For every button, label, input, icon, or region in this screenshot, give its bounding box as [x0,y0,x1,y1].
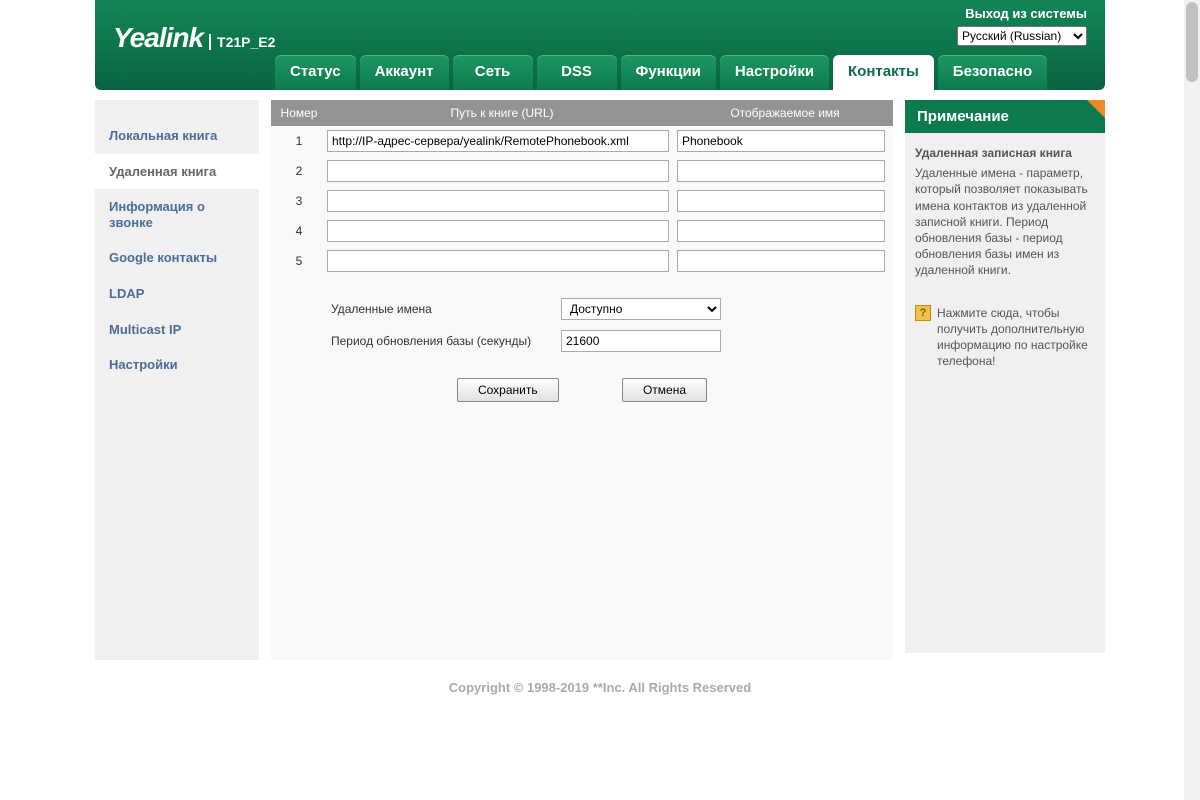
tab-security[interactable]: Безопасно [938,55,1047,90]
sidebar-item-local-book[interactable]: Локальная книга [95,118,259,154]
note-heading: Удаленная записная книга [915,145,1095,161]
table-row: 1 [271,126,893,156]
name-input-4[interactable] [677,220,885,242]
tab-account[interactable]: Аккаунт [360,55,449,90]
brand-logo: Yealink [113,22,203,54]
table-header-row: Номер Путь к книге (URL) Отображаемое им… [271,100,893,126]
table-row: 5 [271,246,893,276]
cancel-button[interactable]: Отмена [622,378,707,402]
footer-copyright: Copyright © 1998-2019 **Inc. All Rights … [95,670,1105,715]
main-content: Номер Путь к книге (URL) Отображаемое им… [271,100,893,660]
col-header-number: Номер [271,100,327,126]
url-input-5[interactable] [327,250,669,272]
vertical-scrollbar[interactable] [1184,0,1200,800]
note-hint-text[interactable]: Нажмите сюда, чтобы получить дополнитель… [937,305,1095,370]
phonebook-table: Номер Путь к книге (URL) Отображаемое им… [271,100,893,276]
sidebar-item-remote-book[interactable]: Удаленная книга [95,154,259,190]
tab-settings[interactable]: Настройки [720,55,829,90]
row-number: 3 [271,194,327,208]
name-input-5[interactable] [677,250,885,272]
col-header-name: Отображаемое имя [677,100,893,126]
row-number: 5 [271,254,327,268]
sidebar-item-multicast-ip[interactable]: Multicast IP [95,312,259,348]
table-row: 4 [271,216,893,246]
header: Выход из системы Русский (Russian) Yeali… [95,0,1105,90]
row-number: 2 [271,164,327,178]
row-number: 4 [271,224,327,238]
col-header-url: Путь к книге (URL) [327,100,677,126]
scrollbar-thumb[interactable] [1186,2,1198,82]
note-panel: Примечание Удаленная записная книга Удал… [905,100,1105,660]
name-input-1[interactable] [677,130,885,152]
remote-names-label: Удаленные имена [331,302,561,316]
tab-status[interactable]: Статус [275,55,356,90]
note-text: Удаленные имена - параметр, который позв… [915,166,1088,277]
sidebar-item-settings[interactable]: Настройки [95,347,259,383]
name-input-3[interactable] [677,190,885,212]
url-input-3[interactable] [327,190,669,212]
parameters: Удаленные имена Доступно Период обновлен… [271,276,893,352]
table-row: 2 [271,156,893,186]
sidebar-item-google-contacts[interactable]: Google контакты [95,240,259,276]
tab-contacts[interactable]: Контакты [833,55,934,90]
table-row: 3 [271,186,893,216]
name-input-2[interactable] [677,160,885,182]
tab-functions[interactable]: Функции [621,55,716,90]
logout-link[interactable]: Выход из системы [965,6,1087,21]
main-tabs: Статус Аккаунт Сеть DSS Функции Настройк… [275,55,1047,90]
url-input-2[interactable] [327,160,669,182]
device-model: T21P_E2 [209,34,275,50]
save-button[interactable]: Сохранить [457,378,559,402]
sidebar-item-call-info[interactable]: Информация о звонке [95,189,259,240]
remote-names-select[interactable]: Доступно [561,298,721,320]
sidebar: Локальная книга Удаленная книга Информац… [95,100,259,660]
help-icon[interactable]: ? [915,305,931,321]
tab-dss[interactable]: DSS [537,55,617,90]
language-select[interactable]: Русский (Russian) [957,26,1087,46]
tab-network[interactable]: Сеть [453,55,533,90]
sidebar-item-ldap[interactable]: LDAP [95,276,259,312]
note-title: Примечание [905,100,1105,133]
refresh-period-input[interactable] [561,330,721,352]
url-input-4[interactable] [327,220,669,242]
row-number: 1 [271,134,327,148]
refresh-period-label: Период обновления базы (секунды) [331,334,561,348]
url-input-1[interactable] [327,130,669,152]
corner-icon [1087,100,1105,118]
